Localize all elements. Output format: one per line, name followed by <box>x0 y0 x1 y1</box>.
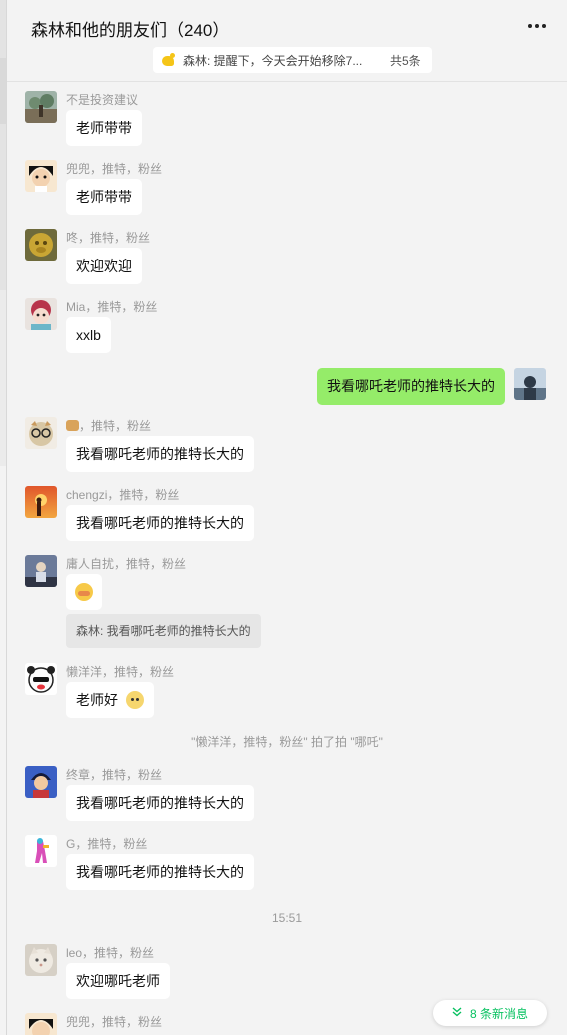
sidebar-edge-highlight <box>0 58 6 124</box>
list-item: G，推特，粉丝 我看哪吒老师的推特长大的 <box>7 835 567 895</box>
time-divider: 15:51 <box>271 911 303 925</box>
list-item: 不是投资建议 老师带带 <box>7 91 567 151</box>
message-bubble[interactable]: 老师好 <box>66 682 154 718</box>
pinned-announcement[interactable]: 森林: 提醒下，今天会开始移除7... 共5条 <box>153 47 432 73</box>
message-text: 老师好 <box>76 692 118 708</box>
message-bubble[interactable]: 老师带带 <box>66 110 142 146</box>
avatar[interactable] <box>25 91 57 123</box>
chat-window: 森林和他的朋友们（240） 森林: 提醒下，今天会开始移除7... 共5条 不是… <box>7 0 567 1035</box>
sender-name: 庸人自扰，推特，粉丝 <box>66 557 187 571</box>
pinned-text: 森林: 提醒下，今天会开始移除7... <box>183 53 363 68</box>
sender-name: leo，推特，粉丝 <box>66 946 155 960</box>
avatar[interactable] <box>25 229 57 261</box>
new-messages-label: 8 条新消息 <box>469 1006 528 1021</box>
self-avatar[interactable] <box>514 368 546 400</box>
sender-name: 兜兜，推特，粉丝 <box>66 162 163 176</box>
quoted-message[interactable]: 森林: 我看哪吒老师的推特长大的 <box>66 614 261 648</box>
message-bubble-self[interactable]: 我看哪吒老师的推特长大的 <box>317 368 505 405</box>
list-item: 庸人自扰，推特，粉丝 森林: 我看哪吒老师的推特长大的 <box>7 555 567 655</box>
sender-name: 咚，推特，粉丝 <box>66 231 151 245</box>
sender-name: 兜兜，推特，粉丝 <box>66 1015 163 1029</box>
message-bubble[interactable]: 我看哪吒老师的推特长大的 <box>66 436 254 472</box>
sender-name: chengzi，推特，粉丝 <box>66 488 180 502</box>
facepalm-emoji-icon <box>75 583 93 602</box>
list-item: 懒洋洋，推特，粉丝 老师好 <box>7 663 567 723</box>
list-item: 咚，推特，粉丝 欢迎欢迎 <box>7 229 567 289</box>
message-bubble[interactable]: 老师带带 <box>66 179 142 215</box>
dot-icon <box>542 24 546 28</box>
list-item-self: 我看哪吒老师的推特长大的 <box>7 368 567 408</box>
message-list[interactable]: 不是投资建议 老师带带 兜兜，推特，粉丝 老师带带 咚，推特，粉丝 欢迎欢迎 M… <box>7 83 567 1035</box>
avatar[interactable] <box>25 835 57 867</box>
sender-name: G，推特，粉丝 <box>66 837 148 851</box>
double-chevron-down-icon <box>452 1007 462 1019</box>
avatar[interactable] <box>25 417 57 449</box>
list-item: chengzi，推特，粉丝 我看哪吒老师的推特长大的 <box>7 486 567 546</box>
avatar[interactable] <box>25 663 57 695</box>
sidebar-edge-shade <box>0 290 6 466</box>
message-bubble[interactable]: 我看哪吒老师的推特长大的 <box>66 785 254 821</box>
avatar[interactable] <box>25 555 57 587</box>
avatar[interactable] <box>25 766 57 798</box>
dog-emoji-icon <box>66 420 79 431</box>
message-bubble[interactable]: xxlb <box>66 317 111 353</box>
sidebar-edge-plain <box>0 466 6 1035</box>
sender-name-text: ，推特，粉丝 <box>79 419 152 433</box>
pinned-count: 共5条 <box>390 53 421 68</box>
sender-name: 懒洋洋，推特，粉丝 <box>66 665 175 679</box>
sender-name: 终章，推特，粉丝 <box>66 768 163 782</box>
avatar[interactable] <box>25 160 57 192</box>
pin-icon <box>161 52 177 68</box>
system-notice: "懒洋洋，推特，粉丝" 拍了拍 "哪吒" <box>191 735 383 749</box>
avatar[interactable] <box>25 944 57 976</box>
list-item: leo，推特，粉丝 欢迎哪吒老师 <box>7 944 567 1004</box>
avatar[interactable] <box>25 298 57 330</box>
message-bubble[interactable]: 欢迎欢迎 <box>66 248 142 284</box>
list-item: 兜兜，推特，粉丝 老师带带 <box>7 160 567 220</box>
sidebar-edge <box>0 0 7 1035</box>
list-item: Mia，推特，粉丝 xxlb <box>7 298 567 358</box>
list-item: 终章，推特，粉丝 我看哪吒老师的推特长大的 <box>7 766 567 826</box>
avatar[interactable] <box>25 486 57 518</box>
sender-name: Mia，推特，粉丝 <box>66 300 158 314</box>
message-bubble[interactable] <box>66 574 102 610</box>
message-bubble[interactable]: 欢迎哪吒老师 <box>66 963 170 999</box>
sender-name: 不是投资建议 <box>66 93 139 107</box>
cat-emoji-icon <box>125 691 144 710</box>
avatar[interactable] <box>25 1013 57 1035</box>
list-item: ，推特，粉丝 我看哪吒老师的推特长大的 <box>7 417 567 477</box>
new-messages-button[interactable]: 8 条新消息 <box>433 1000 547 1026</box>
chat-header: 森林和他的朋友们（240） 森林: 提醒下，今天会开始移除7... 共5条 <box>7 0 567 82</box>
dot-icon <box>528 24 532 28</box>
message-bubble[interactable]: 我看哪吒老师的推特长大的 <box>66 505 254 541</box>
message-bubble[interactable]: 我看哪吒老师的推特长大的 <box>66 854 254 890</box>
dot-icon <box>535 24 539 28</box>
sender-name: ，推特，粉丝 <box>66 417 151 434</box>
more-options-button[interactable] <box>522 16 552 36</box>
chat-title[interactable]: 森林和他的朋友们（240） <box>31 16 229 41</box>
